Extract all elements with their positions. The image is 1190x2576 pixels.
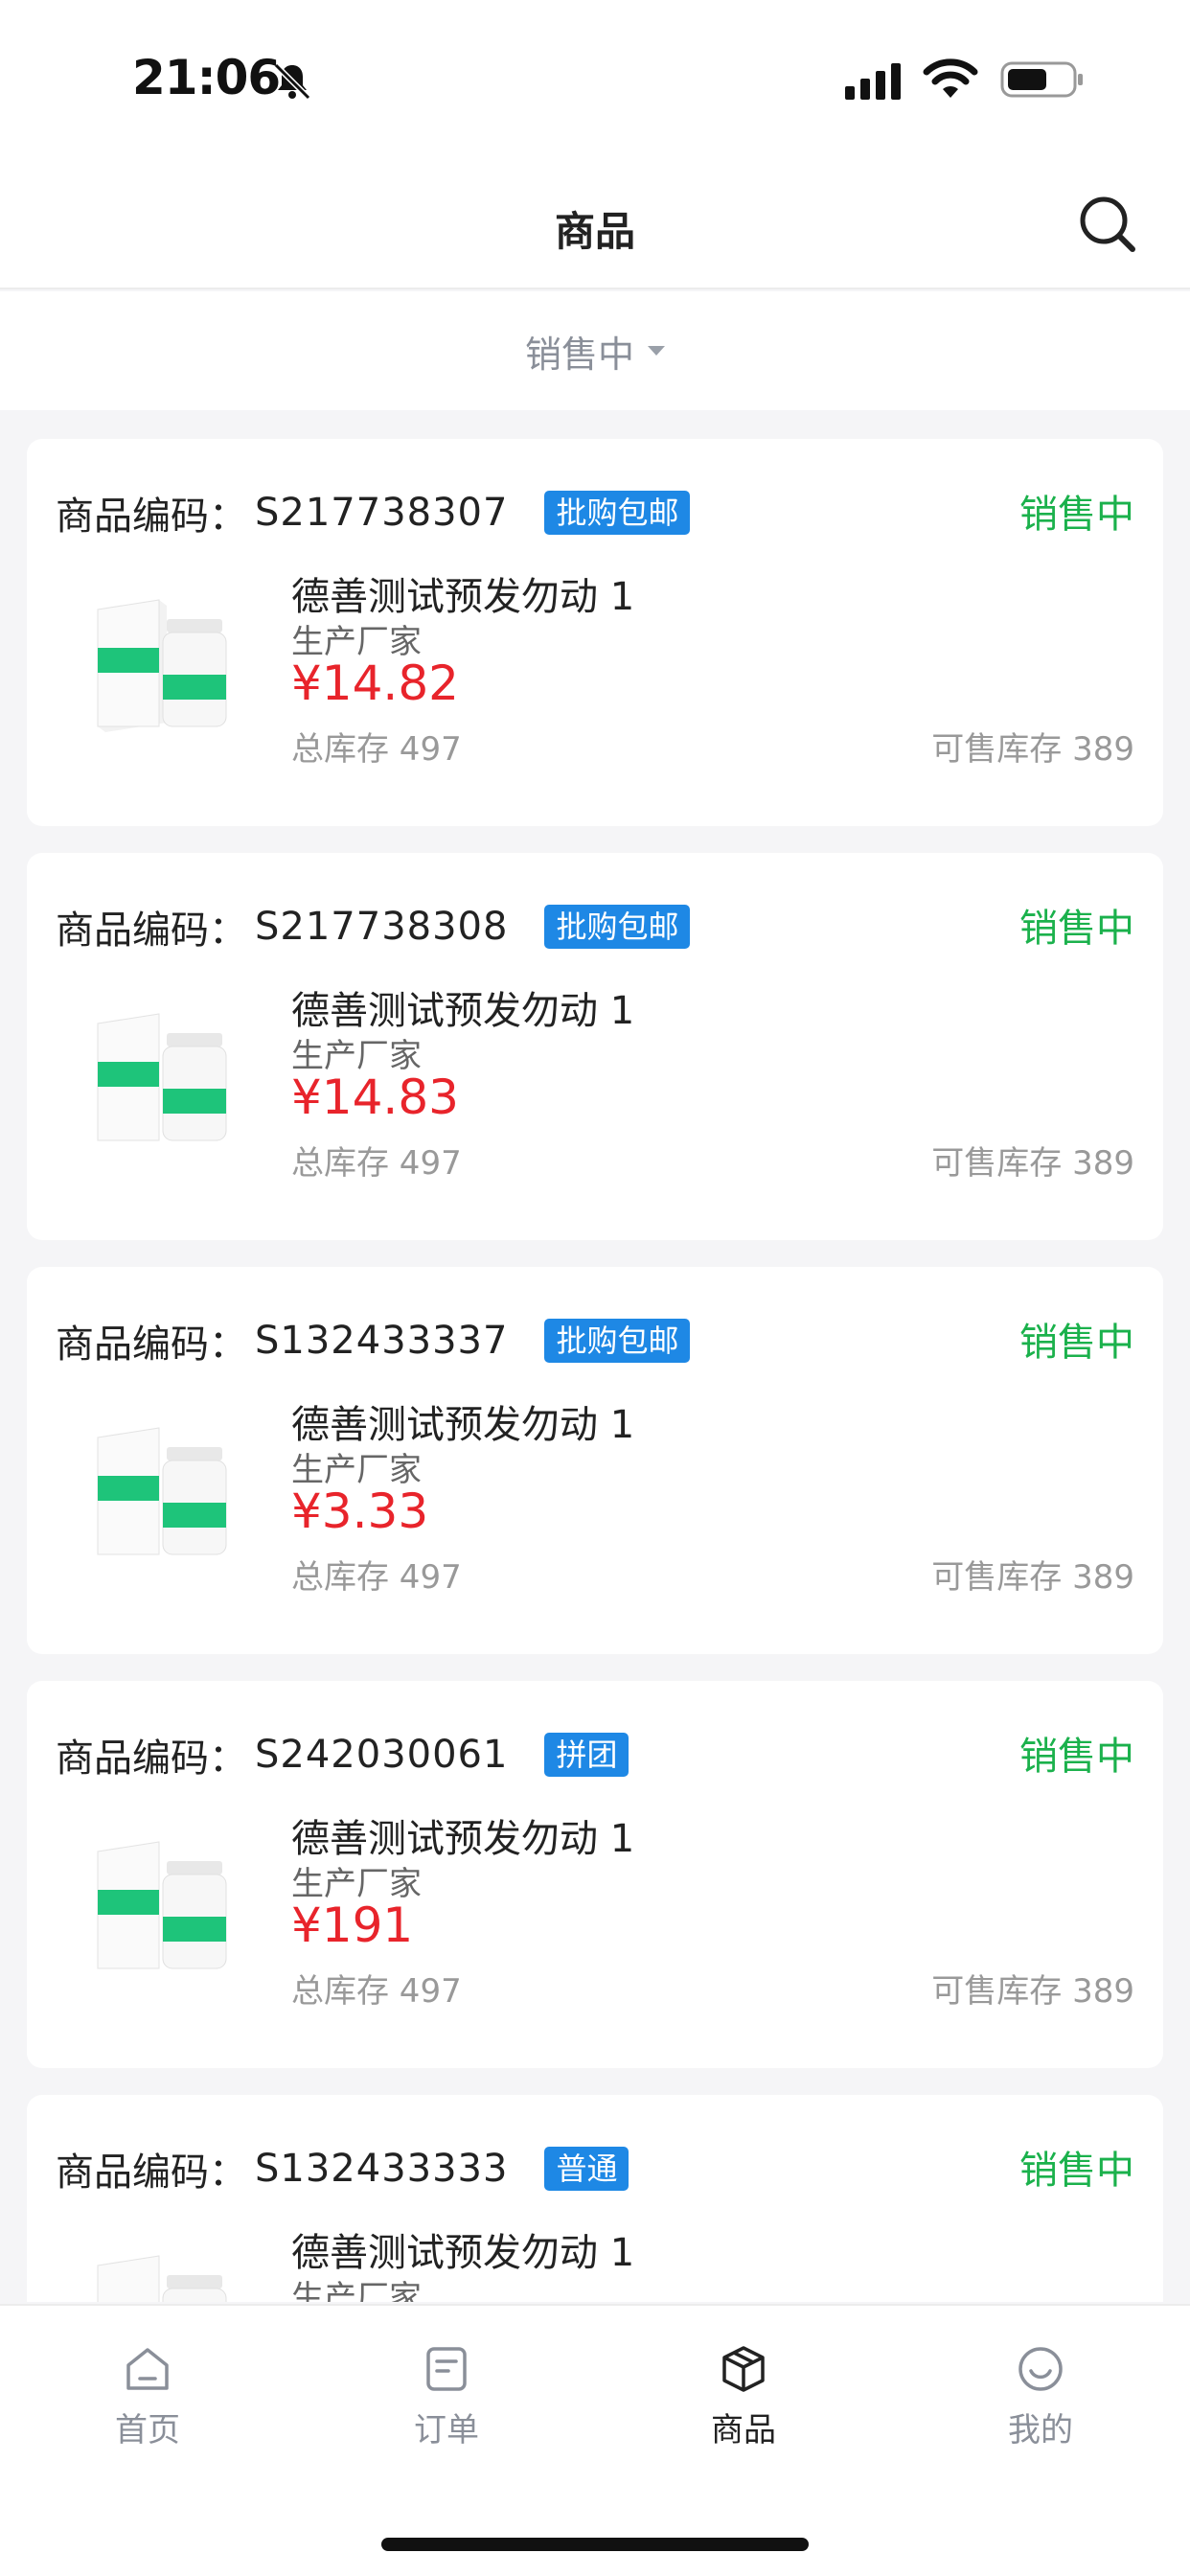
tab-products[interactable]: 商品: [648, 2342, 839, 2450]
sellable-stock: 可售库存 389: [931, 730, 1134, 769]
sale-status: 销售中: [1019, 1735, 1134, 1779]
home-icon: [126, 2348, 169, 2390]
total-stock: 总库存 497: [291, 1144, 462, 1183]
product-card[interactable]: 商品编码： S242030061 拼团 销售中 德善测试预发勿动 1 生产厂家 …: [27, 1681, 1163, 2068]
code-label: 商品编码：: [56, 2150, 247, 2195]
sale-status: 销售中: [1019, 493, 1134, 537]
product-thumbnail: [97, 599, 227, 732]
product-name: 德善测试预发勿动 1: [291, 1403, 635, 1447]
sale-status: 销售中: [1019, 1321, 1134, 1365]
tab-orders[interactable]: 订单: [351, 2342, 542, 2450]
product-code: S132433337: [255, 1319, 509, 1363]
product-card[interactable]: 商品编码： S217738308 批购包邮 销售中 德善测试预发勿动 1 生产厂…: [27, 853, 1163, 1240]
price: ¥14.82: [291, 656, 459, 711]
product-card[interactable]: 商品编码： S217738307 批购包邮 销售中 德善测试预发勿动 1 生产厂…: [27, 439, 1163, 826]
code-label: 商品编码：: [56, 1736, 247, 1781]
battery-icon: [1000, 61, 1083, 98]
tab-profile[interactable]: 我的: [945, 2342, 1136, 2450]
caret-down-icon: [648, 346, 665, 356]
product-code: S132433333: [255, 2147, 509, 2191]
price: ¥14.83: [291, 1070, 459, 1125]
product-tag: 拼团: [544, 1733, 629, 1777]
profile-icon: [1018, 2347, 1063, 2391]
tab-bar: 首页 订单 商品 我的: [0, 2304, 1190, 2576]
product-thumbnail: [97, 1427, 227, 1555]
product-name: 德善测试预发勿动 1: [291, 575, 635, 619]
product-name: 德善测试预发勿动 1: [291, 989, 635, 1033]
page-title: 商品: [554, 208, 635, 255]
manufacturer: 生产厂家: [291, 2279, 422, 2302]
tab-home[interactable]: 首页: [52, 2342, 243, 2450]
product-name: 德善测试预发勿动 1: [291, 2231, 635, 2275]
sale-status: 销售中: [1019, 2149, 1134, 2193]
order-icon: [426, 2347, 467, 2391]
sellable-stock: 可售库存 389: [931, 1972, 1134, 2011]
total-stock: 总库存 497: [291, 1558, 462, 1597]
product-card[interactable]: 商品编码： S132433333 普通 销售中 德善测试预发勿动 1 生产厂家: [27, 2095, 1163, 2302]
product-tag: 批购包邮: [544, 491, 691, 535]
tab-profile-label: 我的: [1008, 2411, 1073, 2450]
product-tag: 批购包邮: [544, 1319, 691, 1363]
status-time: 21:06: [132, 50, 281, 105]
tab-products-label: 商品: [711, 2411, 776, 2450]
code-label: 商品编码：: [56, 1322, 247, 1367]
tab-home-label: 首页: [115, 2411, 180, 2450]
price: ¥191: [291, 1898, 414, 1953]
home-indicator[interactable]: [381, 2538, 809, 2551]
product-thumbnail: [97, 1841, 227, 1969]
sellable-stock: 可售库存 389: [931, 1144, 1134, 1183]
product-code: S217738307: [255, 491, 509, 535]
code-label: 商品编码：: [56, 494, 247, 539]
total-stock: 总库存 497: [291, 730, 462, 769]
product-tag: 普通: [544, 2147, 629, 2191]
bell-muted-icon: [273, 62, 311, 101]
tab-orders-label: 订单: [414, 2411, 479, 2450]
status-bar: 21:06: [0, 0, 1190, 161]
product-thumbnail: [97, 2255, 227, 2302]
product-code: S242030061: [255, 1733, 509, 1777]
signal-icon: [845, 63, 901, 100]
status-filter-dropdown[interactable]: 销售中: [0, 291, 1190, 410]
product-card[interactable]: 商品编码： S132433337 批购包邮 销售中 德善测试预发勿动 1 生产厂…: [27, 1267, 1163, 1654]
product-tag: 批购包邮: [544, 905, 691, 949]
search-icon[interactable]: [1075, 192, 1140, 257]
price: ¥3.33: [291, 1484, 429, 1539]
product-box-icon: [722, 2346, 765, 2392]
product-list: 商品编码： S217738307 批购包邮 销售中 德善测试预发勿动 1 生产厂…: [27, 439, 1163, 2302]
wifi-icon: [923, 58, 978, 98]
sellable-stock: 可售库存 389: [931, 1558, 1134, 1597]
product-thumbnail: [97, 1013, 227, 1141]
product-code: S217738308: [255, 905, 509, 949]
total-stock: 总库存 497: [291, 1972, 462, 2011]
sale-status: 销售中: [1019, 907, 1134, 951]
nav-bar: 商品: [0, 161, 1190, 289]
product-name: 德善测试预发勿动 1: [291, 1817, 635, 1861]
filter-label: 销售中: [524, 333, 634, 376]
code-label: 商品编码：: [56, 908, 247, 953]
